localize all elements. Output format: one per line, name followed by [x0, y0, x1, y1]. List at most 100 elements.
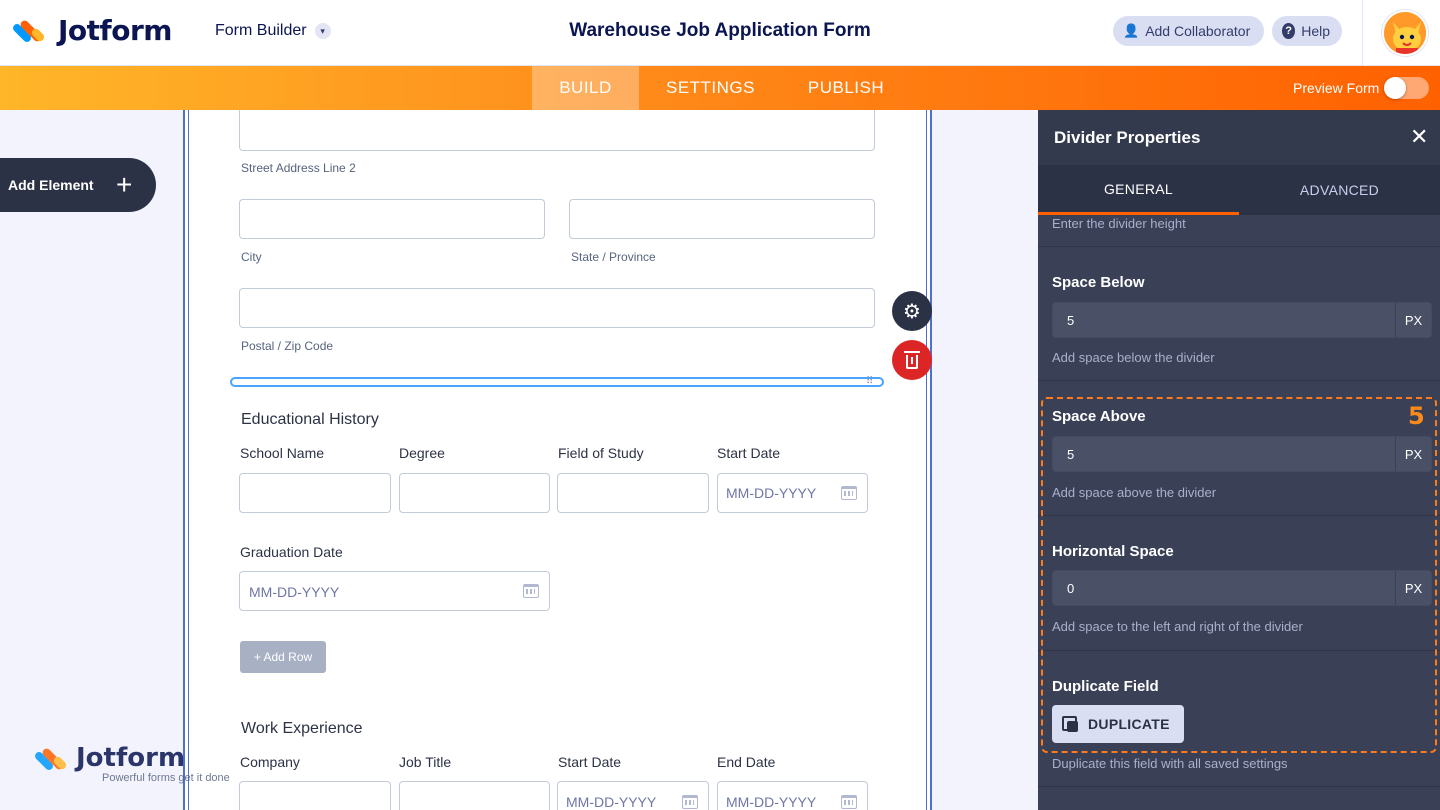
- duplicate-field-section: Duplicate Field DUPLICATE Duplicate this…: [1038, 651, 1440, 787]
- school-name-input[interactable]: [239, 473, 391, 513]
- chevron-down-icon: ▾: [314, 23, 331, 39]
- drag-handle-icon[interactable]: ⠿: [866, 376, 873, 387]
- work-col-company: Company: [240, 754, 300, 770]
- space-above-value: 5: [1067, 447, 1075, 462]
- space-below-section: Space Below 5 PX Add space below the div…: [1038, 247, 1440, 381]
- city-label: City: [241, 250, 262, 264]
- watermark-brand: Jotform: [76, 743, 186, 773]
- divider-properties-panel: Divider Properties ✕ GENERAL ADVANCED En…: [1038, 110, 1440, 810]
- jotform-watermark: Jotform Powerful forms get it done: [33, 743, 230, 784]
- close-icon[interactable]: ✕: [1410, 124, 1428, 150]
- plus-icon: +: [116, 169, 133, 200]
- horizontal-space-value: 0: [1067, 581, 1075, 596]
- education-start-date-placeholder: MM-DD-YYYY: [726, 485, 817, 501]
- education-section-title: Educational History: [241, 411, 379, 428]
- tab-publish[interactable]: PUBLISH: [782, 66, 910, 110]
- education-col-school: School Name: [240, 445, 325, 461]
- graduation-date-placeholder: MM-DD-YYYY: [249, 584, 340, 600]
- company-input[interactable]: [239, 781, 391, 810]
- help-button[interactable]: ? Help: [1272, 16, 1342, 46]
- graduation-date-label: Graduation Date: [240, 544, 343, 560]
- street-address-line2-input[interactable]: [239, 110, 875, 151]
- brand-name: Jotform: [58, 14, 172, 47]
- help-icon: ?: [1282, 23, 1296, 39]
- toggle-knob: [1384, 77, 1406, 99]
- city-input[interactable]: [239, 199, 545, 239]
- gear-icon: ⚙: [903, 300, 921, 323]
- preview-form-toggle[interactable]: [1384, 77, 1429, 99]
- header-divider: [1362, 0, 1363, 66]
- jotform-logo-icon: [11, 16, 46, 46]
- education-col-degree: Degree: [399, 445, 445, 461]
- divider-height-desc: Enter the divider height: [1052, 216, 1186, 231]
- duplicate-button-label: DUPLICATE: [1088, 716, 1170, 732]
- panel-tabs: GENERAL ADVANCED: [1038, 165, 1440, 215]
- form-builder-menu[interactable]: Form Builder ▾: [215, 22, 331, 40]
- education-col-field: Field of Study: [558, 445, 644, 461]
- space-above-desc: Add space above the divider: [1052, 485, 1217, 500]
- duplicate-icon: [1062, 716, 1078, 732]
- space-below-input[interactable]: 5 PX: [1052, 302, 1432, 338]
- state-label: State / Province: [571, 250, 656, 264]
- jotform-logo[interactable]: Jotform: [11, 14, 172, 47]
- job-title-input[interactable]: [399, 781, 550, 810]
- street-address-line2-label: Street Address Line 2: [241, 161, 356, 175]
- tab-build[interactable]: BUILD: [532, 66, 639, 110]
- horizontal-space-label: Horizontal Space: [1052, 543, 1174, 560]
- duplicate-field-label: Duplicate Field: [1052, 678, 1159, 695]
- postal-code-input[interactable]: [239, 288, 875, 328]
- space-below-unit: PX: [1395, 303, 1431, 337]
- add-collaborator-button[interactable]: 👤 Add Collaborator: [1113, 16, 1264, 46]
- space-below-value: 5: [1067, 313, 1075, 328]
- calendar-icon[interactable]: [682, 795, 698, 809]
- step-badge: 5: [1408, 402, 1425, 430]
- add-element-label: Add Element: [8, 177, 94, 193]
- work-end-date-placeholder: MM-DD-YYYY: [726, 794, 817, 810]
- work-col-end: End Date: [717, 754, 776, 770]
- delete-field-button[interactable]: [892, 340, 932, 380]
- duplicate-field-desc: Duplicate this field with all saved sett…: [1052, 756, 1288, 771]
- panel-header: Divider Properties ✕: [1038, 110, 1440, 165]
- field-of-study-input[interactable]: [557, 473, 709, 513]
- help-label: Help: [1301, 23, 1330, 39]
- watermark-tagline: Powerful forms get it done: [102, 772, 230, 784]
- space-above-label: Space Above: [1052, 408, 1146, 425]
- divider-height-section: Enter the divider height: [1038, 215, 1440, 247]
- top-header: Jotform Form Builder ▾ Warehouse Job App…: [0, 0, 1440, 66]
- trash-icon: [904, 350, 920, 369]
- avatar[interactable]: [1382, 10, 1428, 56]
- add-element-button[interactable]: Add Element +: [0, 158, 156, 212]
- work-section-title: Work Experience: [241, 720, 363, 737]
- form-title[interactable]: Warehouse Job Application Form: [569, 20, 871, 41]
- avatar-cat-icon: [1384, 12, 1426, 54]
- field-settings-button[interactable]: ⚙: [892, 291, 932, 331]
- tab-advanced[interactable]: ADVANCED: [1239, 165, 1440, 215]
- form-builder-label: Form Builder: [215, 22, 307, 39]
- calendar-icon[interactable]: [523, 584, 539, 598]
- work-start-date-placeholder: MM-DD-YYYY: [566, 794, 657, 810]
- add-collaborator-label: Add Collaborator: [1145, 23, 1251, 39]
- divider-field-selected[interactable]: [230, 377, 884, 387]
- horizontal-space-unit: PX: [1395, 571, 1431, 605]
- work-col-job-title: Job Title: [399, 754, 452, 770]
- jotform-logo-icon: [33, 744, 68, 774]
- space-below-desc: Add space below the divider: [1052, 350, 1215, 365]
- calendar-icon[interactable]: [841, 486, 857, 500]
- calendar-icon[interactable]: [841, 795, 857, 809]
- add-row-button[interactable]: + Add Row: [240, 641, 326, 673]
- builder-nav: BUILD SETTINGS PUBLISH Preview Form: [0, 66, 1440, 110]
- degree-input[interactable]: [399, 473, 550, 513]
- space-above-input[interactable]: 5 PX: [1052, 436, 1432, 472]
- state-input[interactable]: [569, 199, 875, 239]
- tab-settings[interactable]: SETTINGS: [639, 66, 782, 110]
- horizontal-space-desc: Add space to the left and right of the d…: [1052, 619, 1303, 634]
- space-above-section: Space Above 5 PX Add space above the div…: [1038, 381, 1440, 516]
- user-plus-icon: 👤: [1123, 23, 1140, 38]
- duplicate-button[interactable]: DUPLICATE: [1052, 705, 1184, 743]
- panel-title: Divider Properties: [1054, 128, 1201, 147]
- education-col-start: Start Date: [717, 445, 781, 461]
- horizontal-space-section: Horizontal Space 0 PX Add space to the l…: [1038, 516, 1440, 651]
- horizontal-space-input[interactable]: 0 PX: [1052, 570, 1432, 606]
- space-above-unit: PX: [1395, 437, 1431, 471]
- tab-general[interactable]: GENERAL: [1038, 165, 1239, 215]
